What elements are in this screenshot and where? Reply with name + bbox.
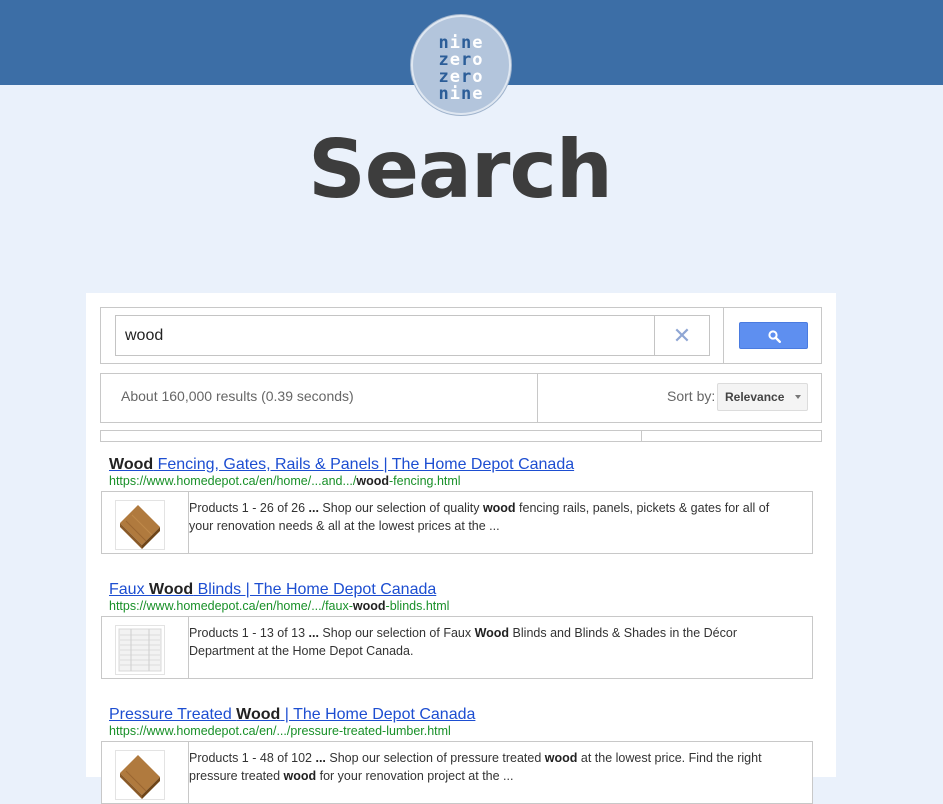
strip-divider bbox=[641, 430, 642, 442]
site-logo[interactable]: nine zero zero nine bbox=[411, 15, 511, 115]
text-segment: fencing rails, panels, pickets & gates f… bbox=[515, 501, 770, 515]
highlighted-term: ... bbox=[315, 751, 326, 765]
text-segment: Products 1 - 26 of 26 bbox=[189, 501, 309, 515]
text-segment: at the lowest price. Find the right bbox=[577, 751, 762, 765]
text-segment: Faux bbox=[109, 581, 150, 598]
result-thumb-cell bbox=[102, 617, 189, 678]
highlighted-term: wood bbox=[356, 474, 390, 488]
text-segment: Blinds | The Home Depot Canada bbox=[193, 581, 437, 598]
sort-select[interactable]: Relevance bbox=[717, 383, 808, 411]
wood-plank-image bbox=[120, 755, 160, 799]
result-url: https://www.homedepot.ca/en/.../pressure… bbox=[109, 724, 451, 738]
clear-search-button[interactable]: ✕ bbox=[654, 315, 710, 356]
info-divider bbox=[537, 374, 538, 422]
text-segment: for your renovation project at the ... bbox=[316, 769, 514, 783]
wood-plank-image bbox=[120, 505, 160, 549]
text-segment: Fencing, Gates, Rails & Panels | The Hom… bbox=[153, 456, 575, 473]
highlighted-term: Wood bbox=[236, 706, 281, 723]
search-input[interactable] bbox=[115, 315, 655, 356]
close-icon: ✕ bbox=[672, 323, 692, 348]
highlighted-term: Wood bbox=[474, 626, 510, 640]
highlighted-term: wood bbox=[283, 769, 317, 783]
text-segment: Products 1 - 48 of 102 bbox=[189, 751, 316, 765]
chevron-down-icon bbox=[795, 395, 801, 399]
result-snippet: Products 1 - 48 of 102 ... Shop our sele… bbox=[189, 749, 809, 785]
highlighted-term: Wood bbox=[149, 581, 194, 598]
result-thumbnail[interactable] bbox=[115, 500, 165, 550]
snippet-line: Department at the Home Depot Canada. bbox=[189, 642, 809, 660]
snippet-line: Products 1 - 13 of 13 ... Shop our selec… bbox=[189, 624, 809, 642]
text-segment: your renovation needs & all at the lowes… bbox=[189, 519, 500, 533]
snippet-line: your renovation needs & all at the lowes… bbox=[189, 517, 809, 535]
highlighted-term: ... bbox=[308, 626, 319, 640]
result-title-link[interactable]: Faux Wood Blinds | The Home Depot Canada bbox=[109, 581, 436, 599]
text-segment: -fencing.html bbox=[389, 474, 461, 488]
result-snippet: Products 1 - 26 of 26 ... Shop our selec… bbox=[189, 499, 809, 535]
white-blinds-image bbox=[118, 628, 162, 672]
logo-line-4: nine bbox=[413, 86, 509, 103]
text-segment: Pressure Treated bbox=[109, 706, 237, 723]
logo-letter: n bbox=[461, 84, 473, 104]
text-segment: https://www.homedepot.ca/en/home/.../fau… bbox=[109, 599, 353, 613]
result-snippet: Products 1 - 13 of 13 ... Shop our selec… bbox=[189, 624, 809, 660]
snippet-line: Products 1 - 26 of 26 ... Shop our selec… bbox=[189, 499, 809, 517]
result-thumbnail[interactable] bbox=[115, 750, 165, 800]
text-segment: -blinds.html bbox=[385, 599, 450, 613]
result-snippet-box: Products 1 - 26 of 26 ... Shop our selec… bbox=[101, 491, 813, 554]
highlighted-term: wood bbox=[544, 751, 578, 765]
pagination-strip bbox=[100, 430, 822, 442]
snippet-line: pressure treated wood for your renovatio… bbox=[189, 767, 809, 785]
text-segment: https://www.homedepot.ca/en/home/...and.… bbox=[109, 474, 357, 488]
text-segment: https://www.homedepot.ca/en/.../pressure… bbox=[109, 724, 451, 738]
highlighted-term: wood bbox=[352, 599, 386, 613]
result-title-link[interactable]: Wood Fencing, Gates, Rails & Panels | Th… bbox=[109, 456, 574, 474]
text-segment: Shop our selection of pressure treated bbox=[325, 751, 545, 765]
highlighted-term: Wood bbox=[109, 456, 154, 473]
search-icon bbox=[768, 330, 781, 343]
search-button[interactable] bbox=[739, 322, 808, 349]
logo-letter: n bbox=[438, 84, 450, 104]
result-title-link[interactable]: Pressure Treated Wood | The Home Depot C… bbox=[109, 706, 475, 724]
highlighted-term: wood bbox=[482, 501, 516, 515]
result-snippet-box: Products 1 - 13 of 13 ... Shop our selec… bbox=[101, 616, 813, 679]
result-url: https://www.homedepot.ca/en/home/.../fau… bbox=[109, 599, 449, 613]
text-segment: | The Home Depot Canada bbox=[280, 706, 476, 723]
text-segment: Shop our selection of Faux bbox=[318, 626, 475, 640]
text-segment: Blinds and Blinds & Shades in the Décor bbox=[509, 626, 737, 640]
snippet-line: Products 1 - 48 of 102 ... Shop our sele… bbox=[189, 749, 809, 767]
page-title: Search bbox=[308, 123, 613, 216]
text-segment: pressure treated bbox=[189, 769, 284, 783]
logo-letter: i bbox=[449, 84, 461, 104]
text-segment: Department at the Home Depot Canada. bbox=[189, 644, 414, 658]
sort-value: Relevance bbox=[725, 390, 785, 404]
sort-label: Sort by: bbox=[667, 388, 716, 404]
search-divider bbox=[723, 308, 724, 363]
text-segment: Products 1 - 13 of 13 bbox=[189, 626, 309, 640]
result-count: About 160,000 results (0.39 seconds) bbox=[121, 388, 354, 404]
result-snippet-box: Products 1 - 48 of 102 ... Shop our sele… bbox=[101, 741, 813, 804]
result-thumb-cell bbox=[102, 492, 189, 553]
logo-letter: e bbox=[472, 84, 484, 104]
highlighted-term: ... bbox=[308, 501, 319, 515]
result-thumbnail[interactable] bbox=[115, 625, 165, 675]
result-thumb-cell bbox=[102, 742, 189, 803]
result-url: https://www.homedepot.ca/en/home/...and.… bbox=[109, 474, 461, 488]
text-segment: Shop our selection of quality bbox=[318, 501, 483, 515]
